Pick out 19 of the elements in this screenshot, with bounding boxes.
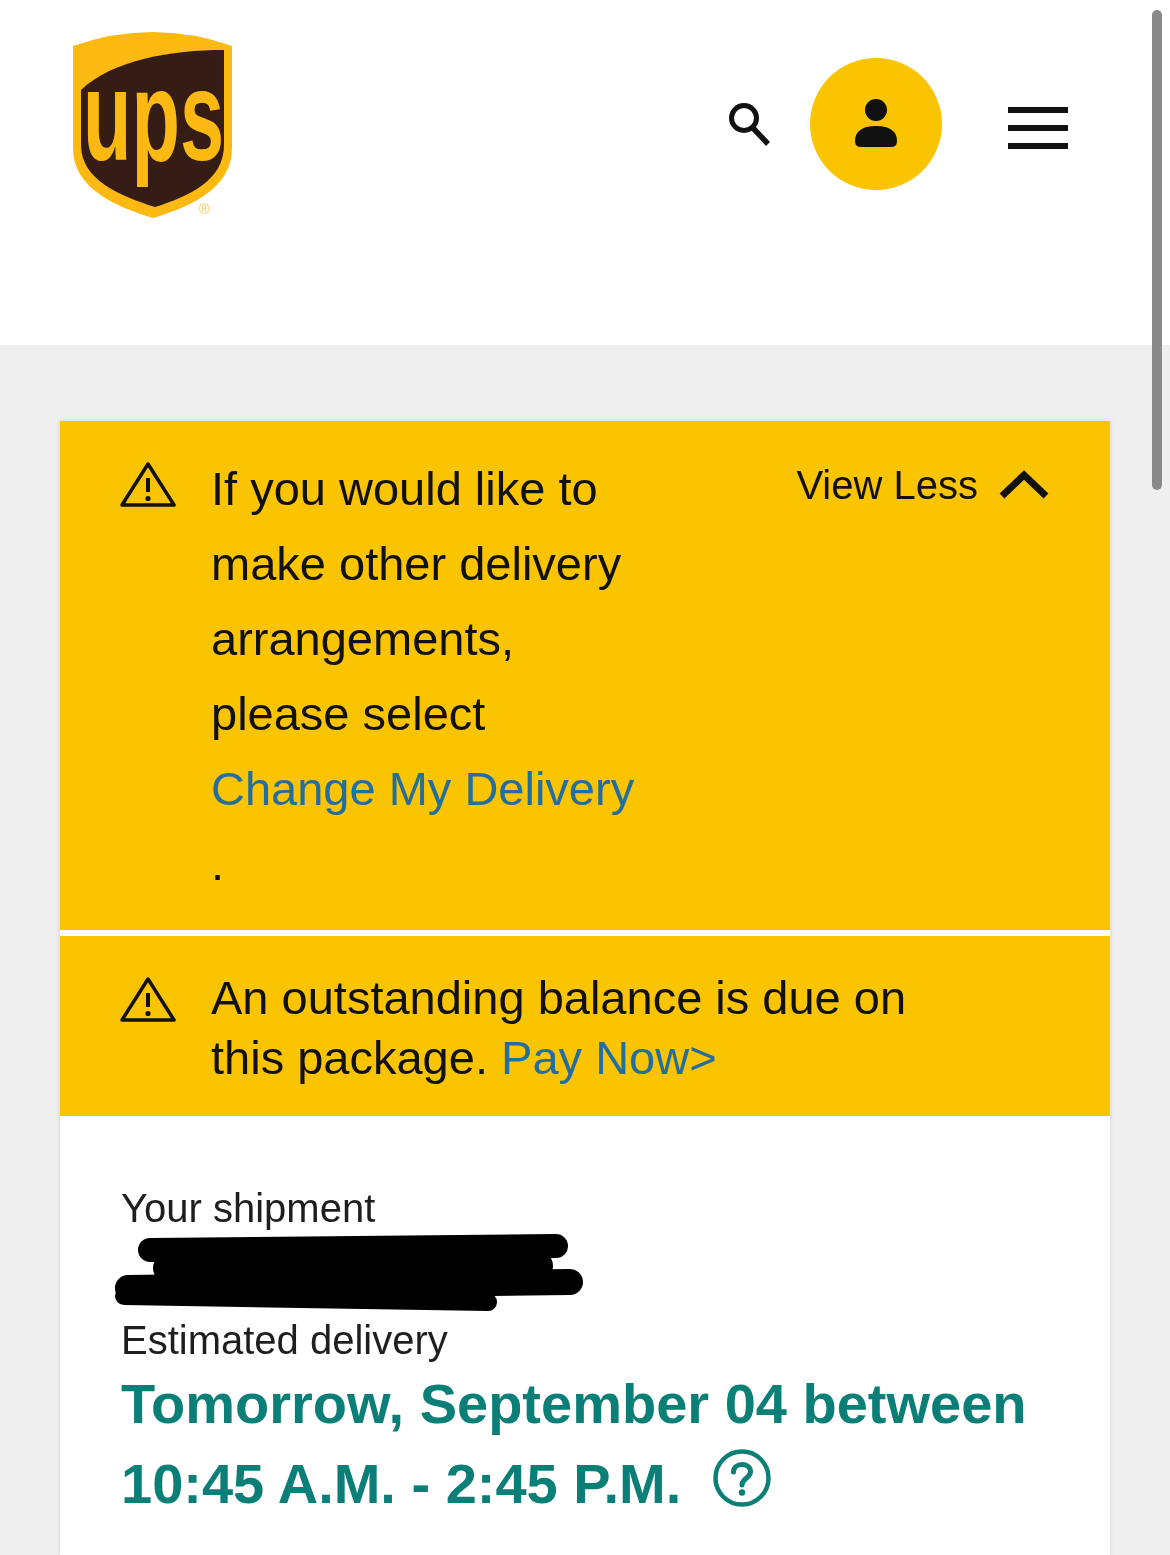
registered-mark: ® <box>199 202 210 216</box>
alert-message: If you would like to make other delivery arrangements, please select Change My Delivery . <box>211 451 651 901</box>
alert-message: An outstanding balance is due on this package. Pay Now> <box>211 970 908 1086</box>
delivery-time-window: 10:45 A.M. - 2:45 P.M. <box>121 1444 682 1524</box>
shipment-label: Your shipment <box>121 1185 377 1232</box>
logo-wordmark: ups <box>83 44 225 188</box>
search-button[interactable] <box>727 101 771 147</box>
person-icon <box>854 99 898 149</box>
warning-icon <box>120 975 176 1023</box>
estimated-delivery-label: Estimated delivery <box>121 1317 449 1364</box>
help-icon[interactable] <box>713 1449 772 1507</box>
collapse-toggle[interactable]: View Less <box>796 461 1050 509</box>
warning-icon <box>120 460 176 508</box>
menu-button[interactable] <box>1008 107 1068 149</box>
menu-icon <box>1008 107 1068 149</box>
chevron-up-icon <box>998 469 1050 501</box>
scrollbar-thumb[interactable] <box>1152 10 1162 490</box>
search-icon <box>727 101 771 147</box>
delivery-date: Tomorrow, September 04 between <box>121 1371 1027 1437</box>
